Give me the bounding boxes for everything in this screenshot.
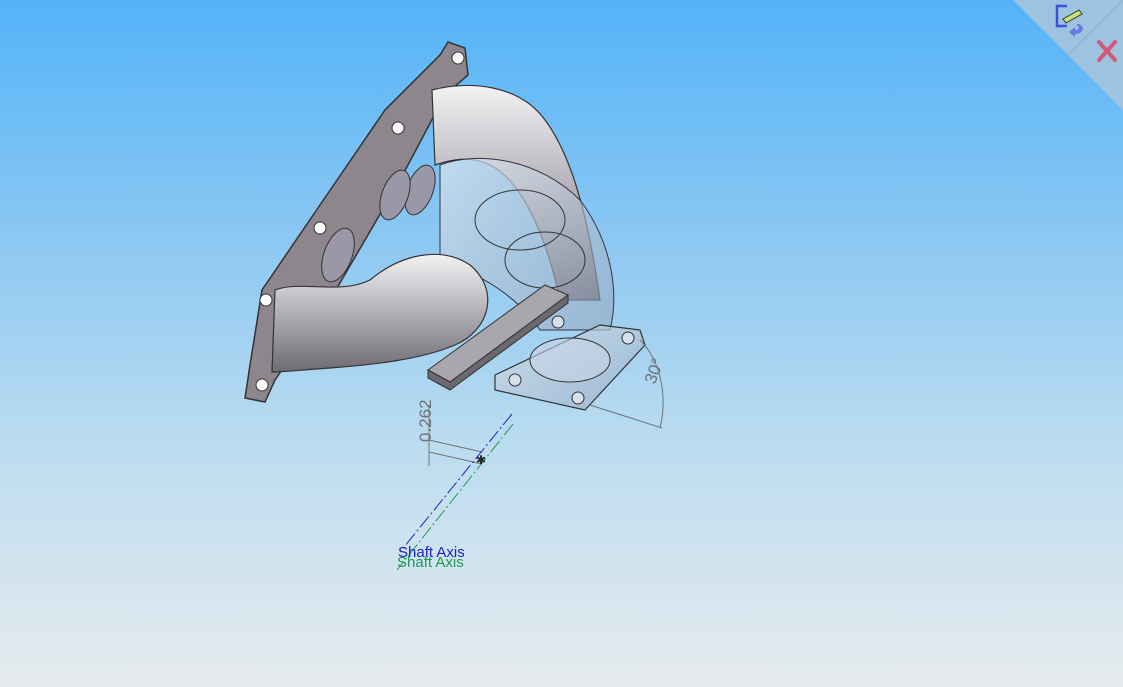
angular-dimension-value[interactable]: 30° bbox=[641, 356, 668, 387]
sketch-pencil-icon bbox=[1055, 4, 1083, 37]
axis-point-marker: ✱ bbox=[476, 453, 486, 467]
shaft-axis-label-2[interactable]: Shaft Axis bbox=[397, 554, 464, 571]
linear-dimension[interactable]: 0.262 bbox=[416, 399, 483, 466]
cancel-button[interactable] bbox=[1095, 38, 1119, 64]
exhaust-manifold-model[interactable] bbox=[244, 41, 646, 411]
graphics-viewport[interactable]: 30° 0.262 ✱ Shaft Axis Shaft Axis bbox=[0, 0, 1123, 687]
linear-dimension-value[interactable]: 0.262 bbox=[416, 399, 435, 442]
exit-sketch-button[interactable] bbox=[1053, 2, 1089, 38]
confirmation-corner bbox=[1013, 0, 1123, 110]
close-x-icon bbox=[1097, 40, 1117, 62]
